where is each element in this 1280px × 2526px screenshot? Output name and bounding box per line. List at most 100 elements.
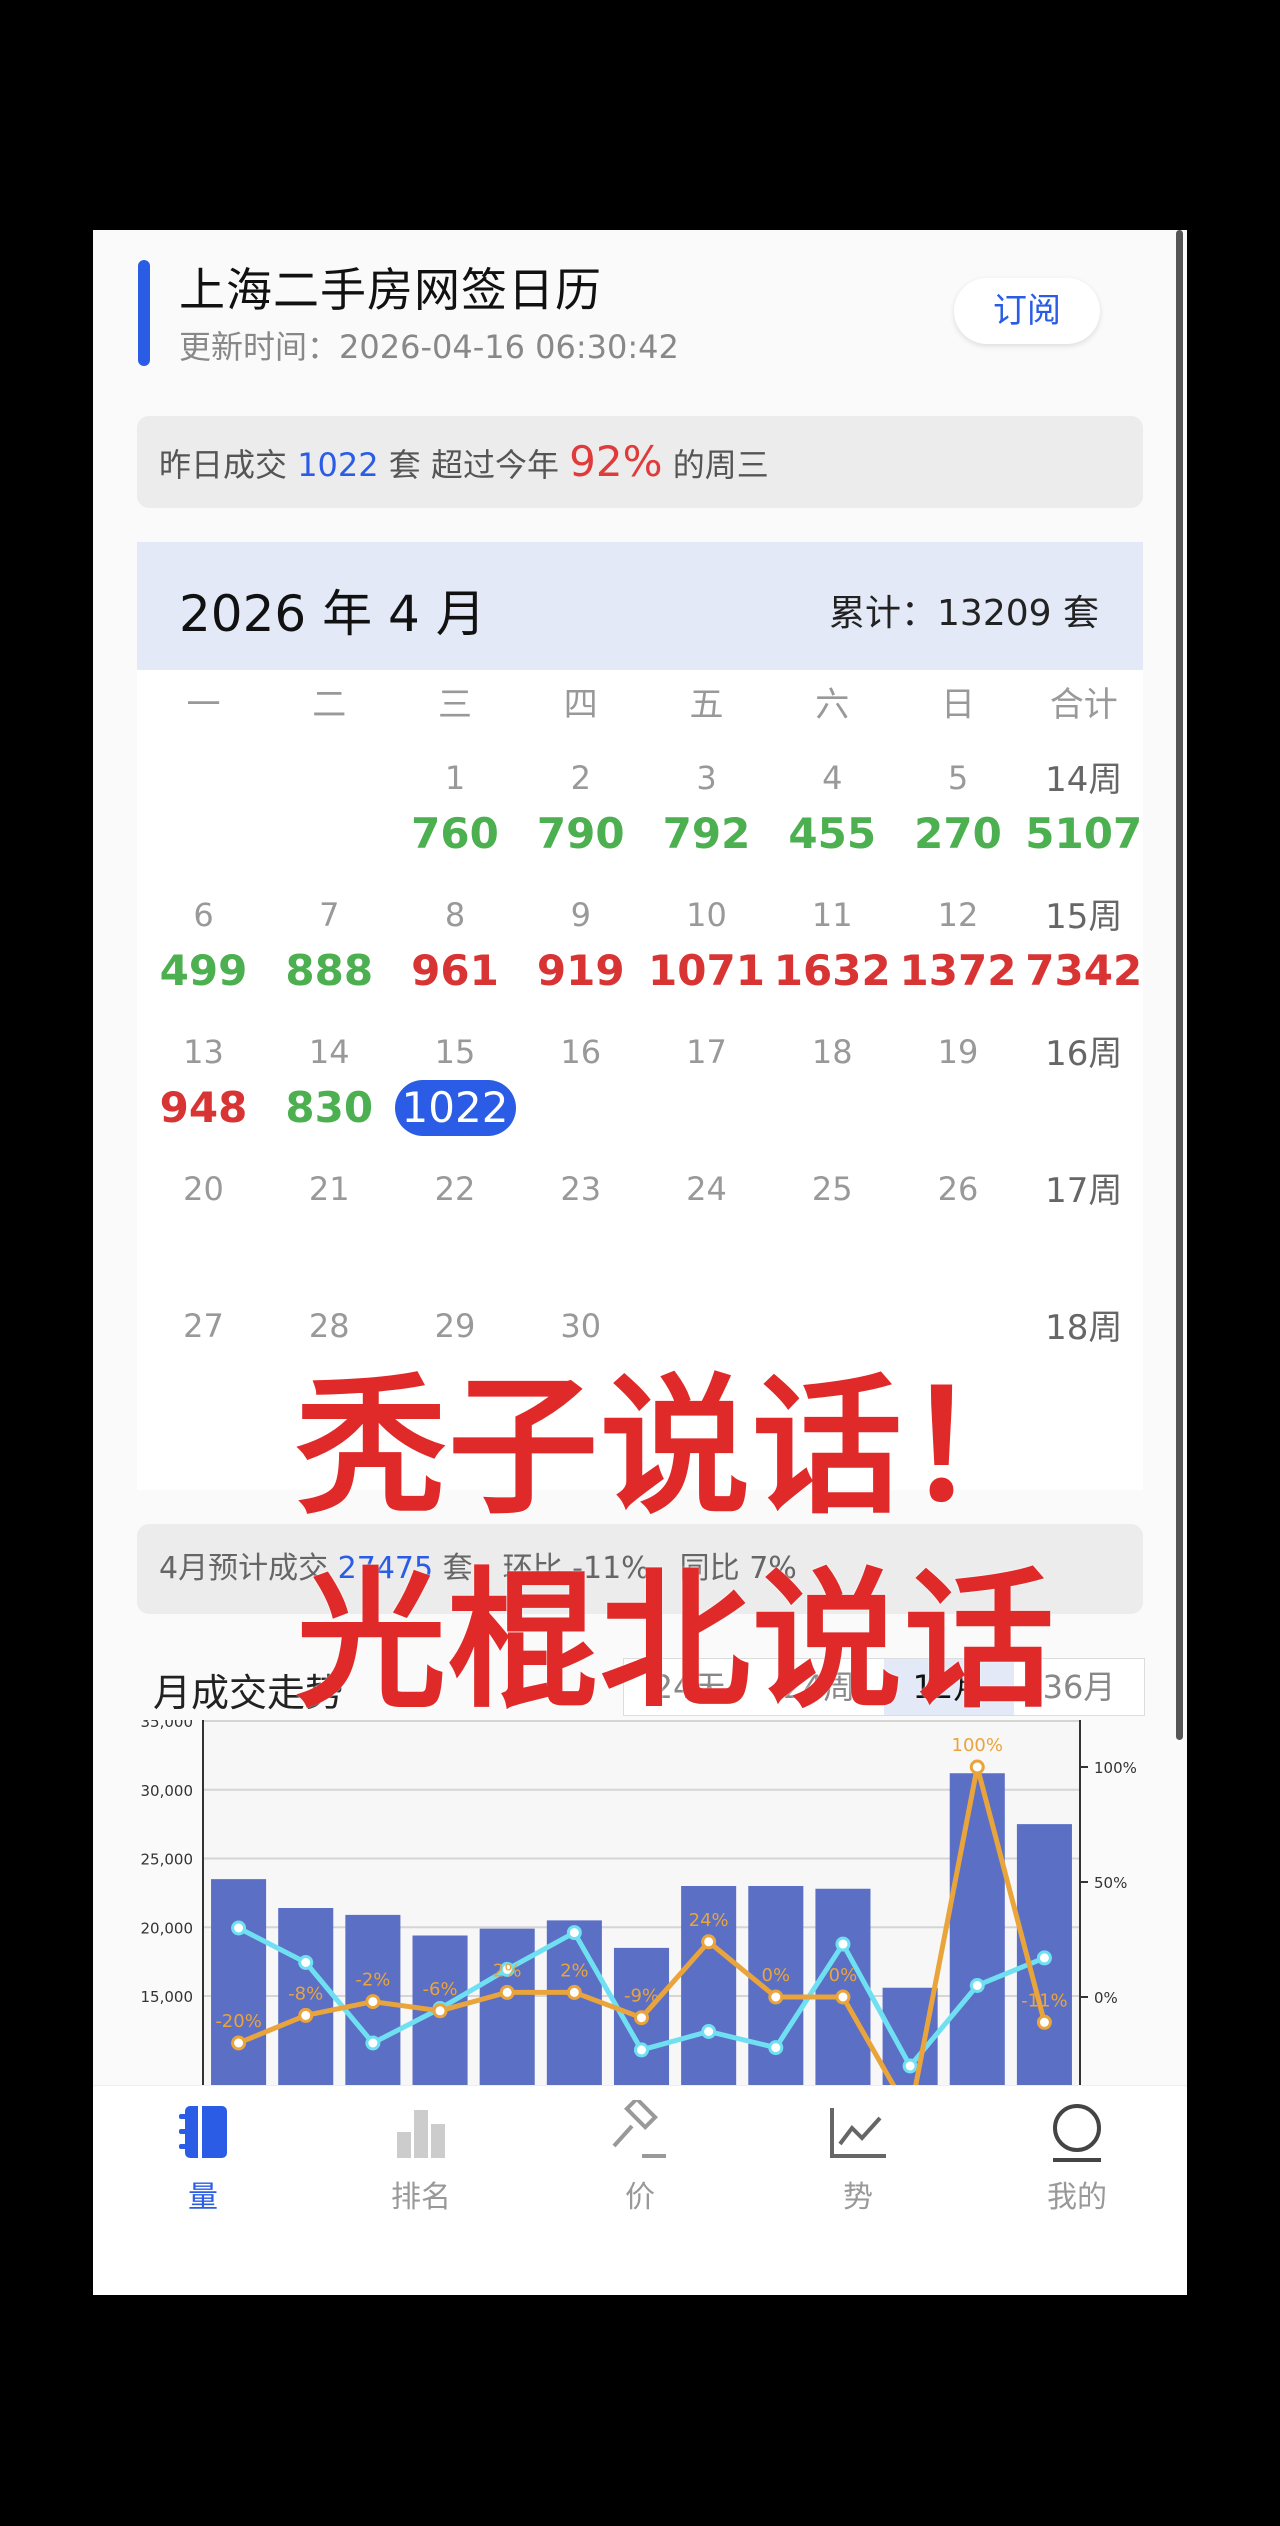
- day-value[interactable]: 919: [518, 943, 643, 999]
- orange-series-line-point: [768, 1989, 784, 2005]
- right-axis-tick: 0%: [1094, 1989, 1118, 2007]
- orange-series-line-point: [969, 1759, 985, 1775]
- orange-data-label: -20%: [215, 2011, 262, 2032]
- orange-series-line-point: [1036, 2014, 1052, 2030]
- bar: [815, 1888, 871, 2085]
- nav-ranking-label: 排名: [391, 2180, 451, 2215]
- week-total: 5107: [1025, 809, 1143, 858]
- cyan-series-line-point: [566, 1925, 582, 1941]
- orange-data-label: -8%: [288, 1983, 323, 2004]
- orange-data-label: 100%: [952, 1735, 1003, 1756]
- weekday-header: 四: [563, 685, 598, 725]
- subscribe-button[interactable]: 订阅: [954, 278, 1100, 344]
- cyan-series-line-point: [701, 2024, 717, 2039]
- day-number: 1: [444, 759, 466, 797]
- nav-trend[interactable]: 势: [788, 2100, 928, 2216]
- weekday-header: 五: [689, 685, 724, 725]
- day-value[interactable]: 499: [141, 943, 266, 999]
- day-number: 7: [319, 896, 340, 934]
- nav-ranking[interactable]: 排名: [351, 2100, 491, 2216]
- day-number: 10: [686, 896, 727, 934]
- week-label: 17周: [1045, 1171, 1123, 1211]
- nav-volume-label: 量: [188, 2180, 218, 2215]
- cyan-series-line-point: [298, 1955, 314, 1970]
- day-number: 3: [696, 759, 717, 797]
- week-label: 18周: [1045, 1308, 1123, 1348]
- weekday-header: 日: [941, 685, 975, 725]
- day-number: 2: [570, 759, 591, 797]
- left-axis-tick: 35,000: [141, 1720, 194, 1731]
- cyan-series-line-point: [1036, 1950, 1052, 1966]
- forecast-text: 4月预计成交: [159, 1551, 329, 1586]
- weekday-header: 三: [438, 685, 472, 725]
- calendar-header: 2026 年 4 月 累计：13209 套: [137, 542, 1143, 670]
- week-label: 15周: [1045, 897, 1123, 937]
- week-label: 14周: [1045, 760, 1123, 800]
- day-value[interactable]: 792: [644, 806, 769, 862]
- update-time: 更新时间：2026-04-16 06:30:42: [179, 328, 679, 366]
- day-number: 21: [308, 1170, 350, 1208]
- day-value[interactable]: 1632: [770, 943, 895, 999]
- orange-data-label: 0%: [762, 1965, 791, 1986]
- tab-12-months[interactable]: 12月: [884, 1659, 1014, 1715]
- day-number: 9: [570, 896, 591, 934]
- cyan-series-line-point: [835, 1936, 851, 1952]
- day-value[interactable]: 888: [267, 943, 392, 999]
- orange-data-label: 2%: [560, 1960, 589, 1981]
- day-number: 22: [434, 1170, 476, 1208]
- yesterday-count: 1022: [297, 446, 379, 484]
- orange-data-label: -2%: [355, 1970, 390, 1991]
- calendar-grid: 一二三四五六日合计 1 2 3 4 5 14周 760 790 792 455 270 5107 6 7 8 9…: [137, 670, 1143, 1490]
- day-number: 20: [183, 1170, 224, 1208]
- phone-screen: 上海二手房网签日历 更新时间：2026-04-16 06:30:42 订阅 昨日…: [93, 230, 1187, 2295]
- orange-data-label: -11%: [1021, 1990, 1068, 2011]
- tab-24-days[interactable]: 24天: [624, 1659, 754, 1715]
- month-label[interactable]: 2026 年 4 月: [179, 574, 486, 646]
- monthly-trend-chart: 35,000 30,000 25,000 20,000 15,000 100% 50% 0% -…: [141, 1720, 1137, 2085]
- right-axis-tick: 50%: [1094, 1874, 1127, 1892]
- yesterday-percent: 92%: [569, 437, 663, 486]
- orange-series-line-point: [432, 2003, 448, 2019]
- day-number: 12: [937, 896, 979, 934]
- cyan-series-line-point: [231, 1920, 247, 1936]
- scrollbar[interactable]: [1176, 230, 1183, 1740]
- line-chart-icon: [830, 2108, 886, 2158]
- day-number: 6: [193, 896, 214, 934]
- orange-series-line-point: [231, 2035, 247, 2051]
- cyan-series-line-point: [768, 2040, 784, 2056]
- day-number: 27: [183, 1307, 224, 1345]
- tab-24-weeks[interactable]: 24周: [754, 1659, 884, 1715]
- nav-volume[interactable]: 量: [133, 2100, 273, 2216]
- orange-series-line-point: [566, 1984, 582, 2000]
- day-value[interactable]: 270: [896, 806, 1021, 862]
- day-number: 14: [308, 1033, 350, 1071]
- day-number: 26: [937, 1170, 979, 1208]
- nav-profile-label: 我的: [1047, 2180, 1107, 2215]
- tab-36-months[interactable]: 36月: [1014, 1659, 1144, 1715]
- day-number: 17: [686, 1033, 727, 1071]
- nav-price[interactable]: 价: [570, 2100, 710, 2216]
- day-value[interactable]: 948: [141, 1080, 266, 1136]
- cyan-series-line-point: [365, 2035, 381, 2051]
- day-value[interactable]: 830: [267, 1080, 392, 1136]
- day-number: 30: [560, 1307, 602, 1345]
- right-axis-tick: 100%: [1094, 1759, 1137, 1777]
- day-value[interactable]: 760: [393, 806, 518, 862]
- cyan-series-line-point: [969, 1978, 985, 1993]
- nav-price-label: 价: [625, 2180, 655, 2215]
- today-value[interactable]: 1022: [394, 1080, 516, 1136]
- cyan-series-line-point: [902, 2058, 918, 2074]
- day-value[interactable]: 455: [770, 806, 895, 862]
- day-value[interactable]: 961: [393, 943, 518, 999]
- day-value[interactable]: 1372: [896, 943, 1021, 999]
- day-value[interactable]: 790: [518, 806, 643, 862]
- week-label: 16周: [1045, 1034, 1123, 1074]
- day-value[interactable]: 1071: [644, 943, 769, 999]
- day-number: 16: [560, 1033, 602, 1071]
- trend-range-tabs: 24天 24周 12月 36月: [623, 1658, 1145, 1716]
- day-number: 18: [811, 1033, 853, 1071]
- forecast-value: 27475: [337, 1551, 434, 1586]
- nav-profile[interactable]: 我的: [1007, 2100, 1147, 2216]
- title-accent-bar: [138, 260, 150, 366]
- day-number: 8: [444, 896, 466, 934]
